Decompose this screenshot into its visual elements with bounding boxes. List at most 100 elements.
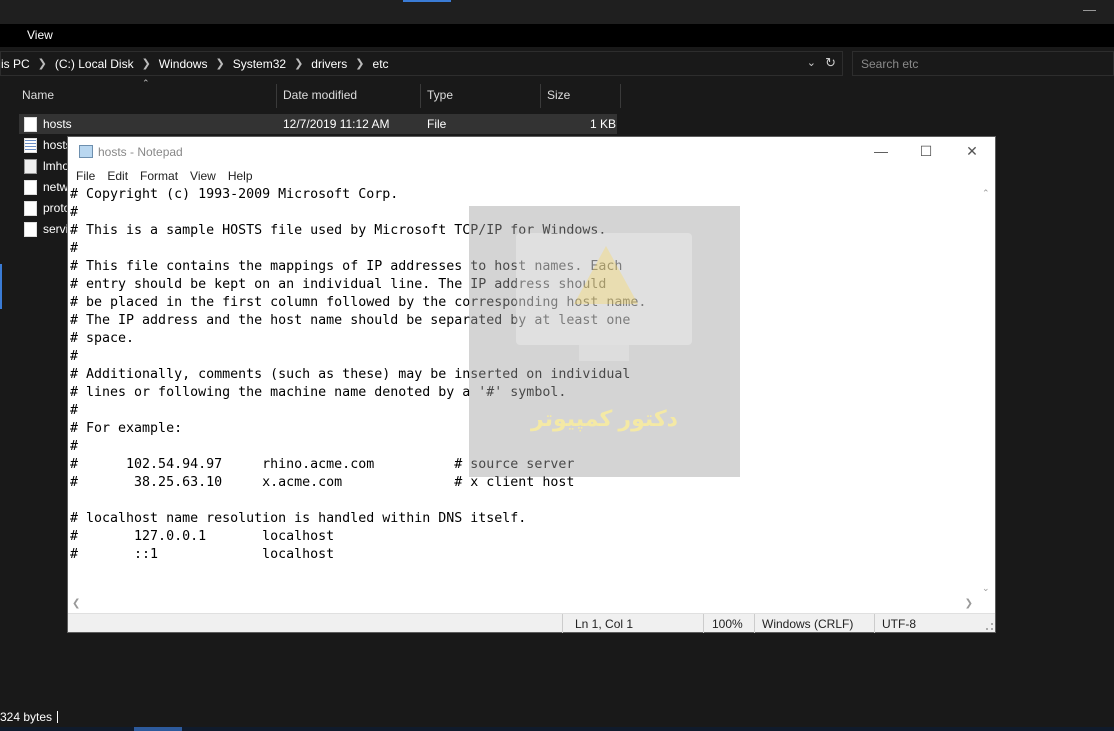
list-item[interactable]: hosts xyxy=(24,135,72,155)
menu-help[interactable]: Help xyxy=(228,169,253,186)
config-file-icon xyxy=(24,158,37,174)
text-line: # This is a sample HOSTS file used by Mi… xyxy=(70,223,607,238)
breadcrumb-local-disk[interactable]: (C:) Local Disk xyxy=(55,57,134,71)
menu-file[interactable]: File xyxy=(76,169,95,186)
column-header-name[interactable]: Name xyxy=(22,88,54,102)
scroll-down-icon[interactable]: ⌄ xyxy=(982,583,990,594)
text-line: # lines or following the machine name de… xyxy=(70,385,567,400)
list-item[interactable]: lmho xyxy=(24,156,69,176)
column-header-type[interactable]: Type xyxy=(427,88,453,102)
breadcrumb-windows[interactable]: Windows xyxy=(159,57,208,71)
menu-view[interactable]: View xyxy=(190,169,216,186)
status-line-ending: Windows (CRLF) xyxy=(762,617,854,631)
breadcrumb: is PC ❯ (C:) Local Disk ❯ Windows ❯ Syst… xyxy=(1,57,389,71)
text-line: # For example: xyxy=(70,421,183,436)
vertical-scrollbar[interactable]: ⌃ ⌄ xyxy=(978,186,995,596)
breadcrumb-system32[interactable]: System32 xyxy=(233,57,286,71)
taskbar-edge xyxy=(0,727,1114,731)
column-divider[interactable] xyxy=(276,84,277,108)
chevron-down-icon[interactable]: ⌄ xyxy=(807,56,816,69)
breadcrumb-this-pc[interactable]: is PC xyxy=(1,57,30,71)
resize-grip-icon[interactable] xyxy=(986,623,993,630)
list-item[interactable]: netw xyxy=(24,177,68,197)
chevron-right-icon[interactable]: ❯ xyxy=(142,57,151,71)
text-line: # entry should be kept on an individual … xyxy=(70,277,607,292)
file-name: hosts xyxy=(43,117,72,131)
status-divider xyxy=(57,711,58,723)
explorer-ribbon-tabs: View xyxy=(0,24,1114,47)
list-item[interactable]: hosts xyxy=(24,114,72,134)
column-divider[interactable] xyxy=(540,84,541,108)
file-size: 1 KB xyxy=(590,117,617,131)
scroll-left-icon[interactable]: ❮ xyxy=(72,598,80,609)
text-line: # 127.0.0.1 localhost xyxy=(70,529,335,544)
file-type: File xyxy=(427,117,447,131)
menu-edit[interactable]: Edit xyxy=(107,169,128,186)
text-line: # localhost name resolution is handled w… xyxy=(70,511,527,526)
notepad-title-bar[interactable]: hosts - Notepad — ☐ ✕ xyxy=(68,137,995,166)
file-name: lmho xyxy=(43,159,70,173)
menu-format[interactable]: Format xyxy=(140,169,178,186)
file-name: netw xyxy=(43,180,69,194)
chevron-right-icon[interactable]: ❯ xyxy=(355,57,364,71)
column-headers: Name Date modified Type Size xyxy=(0,84,1114,108)
nav-pane-edge xyxy=(0,264,2,309)
title-accent xyxy=(403,0,451,2)
taskbar-active-indicator xyxy=(134,727,182,731)
scroll-up-icon[interactable]: ⌃ xyxy=(982,188,990,199)
list-item[interactable]: servi xyxy=(24,219,68,239)
text-editor[interactable]: # Copyright (c) 1993-2009 Microsoft Corp… xyxy=(70,186,980,596)
calendar-file-icon xyxy=(24,137,37,153)
list-item[interactable]: proto xyxy=(24,198,70,218)
chevron-right-icon[interactable]: ❯ xyxy=(38,57,47,71)
close-button[interactable]: ✕ xyxy=(952,141,992,163)
status-cursor-position: Ln 1, Col 1 xyxy=(575,617,634,631)
text-line: # ::1 localhost xyxy=(70,547,335,562)
address-bar[interactable]: is PC ❯ (C:) Local Disk ❯ Windows ❯ Syst… xyxy=(0,51,843,76)
notepad-window: hosts - Notepad — ☐ ✕ File Edit Format V… xyxy=(67,136,996,633)
text-line: # xyxy=(70,403,79,418)
text-line: # xyxy=(70,439,79,454)
notepad-menu-bar: File Edit Format View Help xyxy=(68,166,995,186)
text-line: # xyxy=(70,349,79,364)
text-line: # Copyright (c) 1993-2009 Microsoft Corp… xyxy=(70,187,399,202)
text-line: # This file contains the mappings of IP … xyxy=(70,259,623,274)
refresh-icon[interactable]: ↻ xyxy=(825,55,836,71)
minimize-button[interactable]: — xyxy=(861,141,901,163)
scroll-right-icon[interactable]: ❯ xyxy=(965,598,973,609)
minimize-icon[interactable]: — xyxy=(1083,2,1096,17)
file-name: servi xyxy=(43,222,69,236)
ribbon-tab-view[interactable]: View xyxy=(27,28,53,42)
file-icon xyxy=(24,179,37,195)
maximize-button[interactable]: ☐ xyxy=(906,141,946,163)
column-header-size[interactable]: Size xyxy=(547,88,570,102)
column-divider[interactable] xyxy=(420,84,421,108)
text-line: # The IP address and the host name shoul… xyxy=(70,313,631,328)
horizontal-scrollbar[interactable]: ❮ ❯ xyxy=(68,596,995,613)
notepad-icon xyxy=(79,145,93,158)
notepad-status-bar: Ln 1, Col 1 100% Windows (CRLF) UTF-8 xyxy=(68,613,995,633)
column-divider[interactable] xyxy=(620,84,621,108)
file-date: 12/7/2019 11:12 AM xyxy=(283,117,390,131)
explorer-title-bar: — xyxy=(0,0,1114,24)
status-divider xyxy=(562,614,563,633)
status-divider xyxy=(754,614,755,633)
text-line: # be placed in the first column followed… xyxy=(70,295,647,310)
status-size: 324 bytes xyxy=(0,710,53,724)
text-line: # xyxy=(70,241,79,256)
chevron-right-icon[interactable]: ❯ xyxy=(294,57,303,71)
search-input[interactable]: Search etc xyxy=(852,51,1114,76)
file-icon xyxy=(24,116,37,132)
breadcrumb-etc[interactable]: etc xyxy=(373,57,389,71)
status-divider xyxy=(874,614,875,633)
text-line xyxy=(70,492,980,510)
breadcrumb-drivers[interactable]: drivers xyxy=(311,57,347,71)
column-header-date[interactable]: Date modified xyxy=(283,88,357,102)
text-line: # space. xyxy=(70,331,135,346)
window-title: hosts - Notepad xyxy=(98,145,183,159)
text-line: # xyxy=(70,205,79,220)
text-line: # Additionally, comments (such as these)… xyxy=(70,367,631,382)
file-icon xyxy=(24,200,37,216)
status-divider xyxy=(703,614,704,633)
chevron-right-icon[interactable]: ❯ xyxy=(215,57,224,71)
